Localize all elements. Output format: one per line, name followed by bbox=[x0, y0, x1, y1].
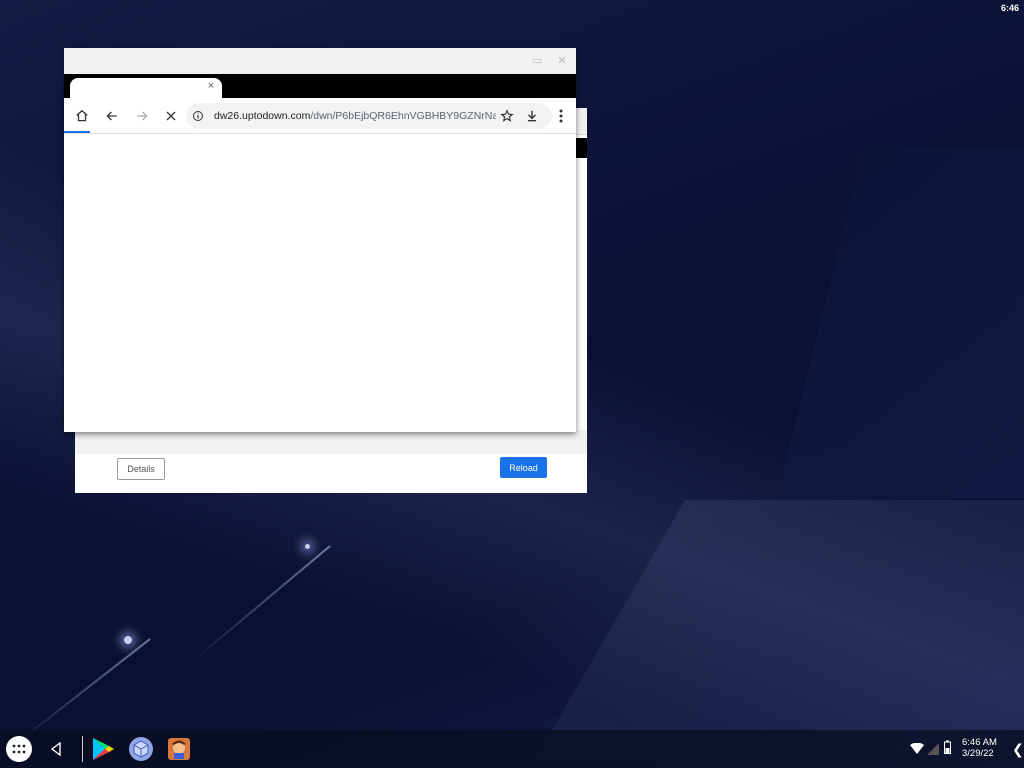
browser-tab[interactable]: × bbox=[70, 78, 222, 100]
menu-dots-icon[interactable] bbox=[551, 106, 571, 126]
browser-window: ▭ ✕ × dw26.uptodown.com/dwn/P6bEjbQR6Ehn… bbox=[64, 48, 576, 432]
shelf: 6:46 AM 3/29/22 ❮ bbox=[0, 730, 1024, 768]
expand-tray-icon[interactable]: ❮ bbox=[1012, 741, 1024, 758]
wallpaper-streak bbox=[15, 638, 151, 745]
wallpaper-shape bbox=[534, 500, 1024, 760]
app-grid-icon bbox=[12, 744, 26, 754]
cellular-signal-icon[interactable] bbox=[927, 742, 939, 760]
back-button-icon[interactable] bbox=[50, 741, 62, 761]
cube-app-icon[interactable] bbox=[128, 736, 154, 762]
url-host: dw26.uptodown.com bbox=[214, 110, 311, 122]
loading-progress-bar bbox=[64, 131, 90, 133]
wifi-icon[interactable] bbox=[910, 742, 924, 760]
battery-icon[interactable] bbox=[944, 740, 951, 759]
restore-window-button[interactable]: ▭ bbox=[530, 54, 544, 68]
home-icon[interactable] bbox=[72, 106, 92, 126]
status-clock: 6:46 bbox=[1000, 3, 1019, 13]
shelf-time: 6:46 AM bbox=[962, 737, 997, 748]
launcher-button[interactable] bbox=[6, 736, 32, 762]
details-button[interactable]: Details bbox=[117, 458, 165, 480]
shelf-divider bbox=[82, 736, 83, 762]
reload-button[interactable]: Reload bbox=[500, 457, 547, 478]
shelf-clock[interactable]: 6:46 AM 3/29/22 bbox=[962, 737, 997, 759]
tab-close-icon[interactable]: × bbox=[208, 80, 214, 92]
background-footer-strip bbox=[75, 430, 587, 454]
back-arrow-icon[interactable] bbox=[102, 106, 122, 126]
play-store-icon[interactable] bbox=[90, 736, 116, 762]
url-text[interactable]: dw26.uptodown.com/dwn/P6bEjbQR6EhnVGBHBY… bbox=[214, 110, 496, 122]
shelf-date: 3/29/22 bbox=[962, 748, 994, 759]
stop-loading-icon[interactable] bbox=[161, 106, 181, 126]
wallpaper-glow bbox=[305, 544, 310, 549]
info-icon[interactable] bbox=[192, 110, 208, 122]
close-window-button[interactable]: ✕ bbox=[555, 54, 569, 68]
wallpaper-shape bbox=[776, 148, 1024, 498]
wallpaper-glow bbox=[124, 636, 132, 644]
tab-strip: × bbox=[64, 74, 576, 100]
wallpaper-streak bbox=[191, 545, 331, 663]
url-path: /dwn/P6bEjbQR6EhnVGBHBY9GZNrNa4 bbox=[310, 110, 496, 122]
download-icon[interactable] bbox=[522, 106, 542, 126]
toolbar: dw26.uptodown.com/dwn/P6bEjbQR6EhnVGBHBY… bbox=[64, 98, 576, 134]
window-titlebar[interactable]: ▭ ✕ bbox=[64, 48, 576, 74]
game-app-icon[interactable] bbox=[166, 736, 192, 762]
forward-arrow-icon[interactable] bbox=[132, 106, 152, 126]
bookmark-star-icon[interactable] bbox=[497, 106, 517, 126]
page-content[interactable] bbox=[64, 134, 576, 432]
